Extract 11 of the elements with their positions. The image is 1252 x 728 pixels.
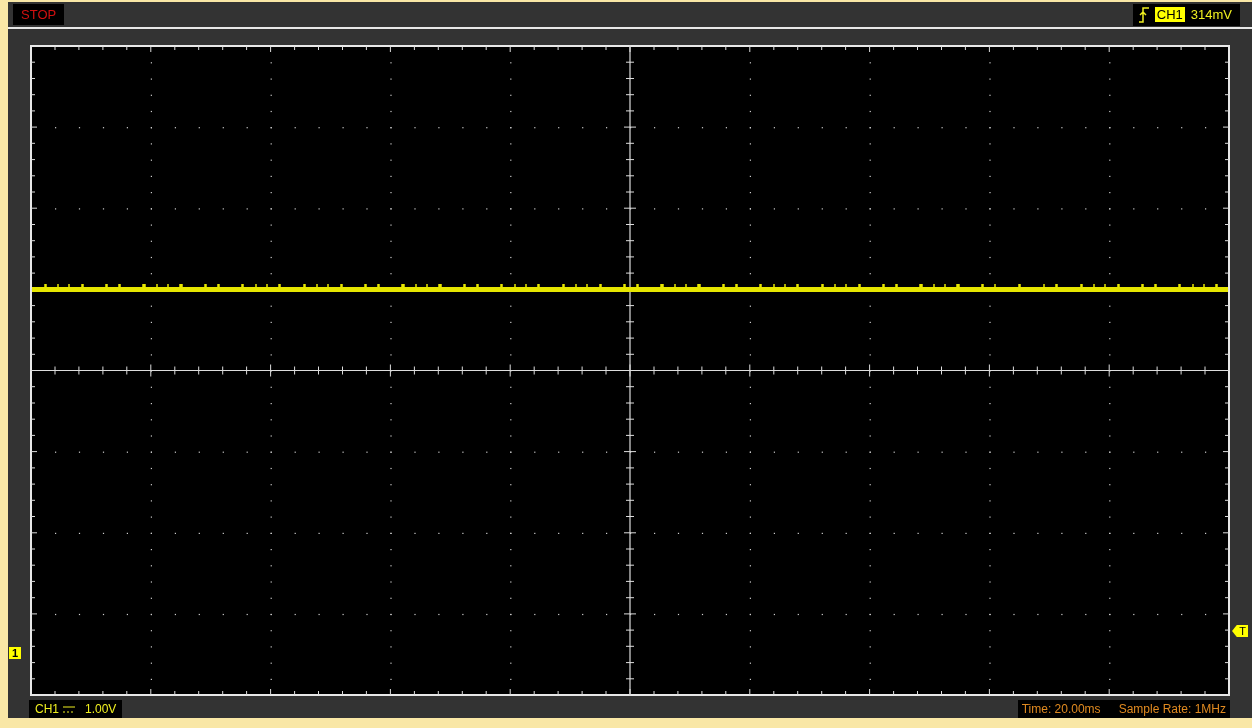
rising-edge-icon xyxy=(1138,6,1149,23)
sample-rate: Sample Rate: 1MHz xyxy=(1118,702,1226,716)
trigger-marker[interactable]: T xyxy=(1232,625,1248,637)
run-status: STOP xyxy=(13,4,65,25)
dc-coupling-icon xyxy=(63,705,75,713)
trigger-channel: CH1 xyxy=(1154,7,1185,22)
volts-per-div: 1.00V xyxy=(85,702,117,716)
channel-marker[interactable]: 1 xyxy=(9,647,21,659)
channel-label: CH1 xyxy=(35,702,59,716)
time-per-div: Time: 20.00ms xyxy=(1021,702,1101,716)
trigger-level: 314mV xyxy=(1190,7,1232,22)
